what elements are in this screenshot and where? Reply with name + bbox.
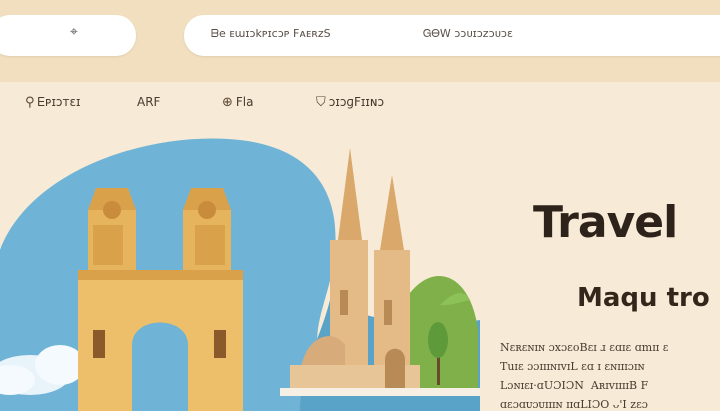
nav-item-1[interactable]: ⚲ Ꭼᴘɪɔᴛɛɪ bbox=[25, 90, 80, 114]
search-bar[interactable]: ᗷe ᴇɯɪɔkᴘɪcɔᴘ FᴀᴇʀᴢS ᏀᎾW ɔɔᴜɪɔᴢɔᴜɔɛ bbox=[184, 15, 720, 56]
pin-icon: ⌖ bbox=[70, 24, 78, 40]
nav-item-4[interactable]: ⛉ ɔɪɔɡFɪɪɴɔ bbox=[316, 90, 384, 114]
hero-subtitle: Maqu tro bbox=[577, 283, 710, 313]
nav-item-label: ARF bbox=[137, 95, 161, 109]
shield-icon: ⛉ bbox=[316, 94, 326, 110]
search-text-left: ᗷe ᴇɯɪɔkᴘɪcɔᴘ FᴀᴇʀᴢS bbox=[211, 27, 331, 40]
nav-item-label: ɔɪɔɡFɪɪɴɔ bbox=[328, 95, 385, 109]
description-line: Tuɪɛ ɔɔɪɪɪɴɪᴠɪL ɛɑ ɪ ɛɴɪɪɪɔɪɴ bbox=[500, 360, 645, 373]
top-bar: ⌖ ᗷe ᴇɯɪɔkᴘɪcɔᴘ FᴀᴇʀᴢS ᏀᎾW ɔɔᴜɪɔᴢɔᴜɔɛ bbox=[0, 0, 720, 82]
hero-title: Travel bbox=[533, 197, 678, 248]
menu-button[interactable]: ⌖ bbox=[0, 15, 136, 56]
description-line: ɑɛɔɑᴜɔᴜɪɪɪɴ ɪɪɑLIƆO ᴗ'I ᴢɛɔ bbox=[500, 398, 648, 411]
pin-icon: ⚲ bbox=[25, 94, 35, 110]
nav-item-3[interactable]: ⊕ Fla bbox=[222, 90, 254, 114]
nav-item-label: Fla bbox=[235, 95, 254, 109]
hero-illustration bbox=[0, 138, 480, 411]
nav-item-label: Ꭼᴘɪɔᴛɛɪ bbox=[37, 94, 81, 109]
globe-icon: ⊕ bbox=[222, 94, 233, 110]
nav-bar: ⚲ Ꭼᴘɪɔᴛɛɪ ARF ⊕ Fla ⛉ ɔɪɔɡFɪɪɴɔ bbox=[0, 90, 720, 114]
nav-item-2[interactable]: ARF bbox=[137, 90, 160, 114]
ground-shape bbox=[280, 388, 480, 396]
description-line: Nɛʀɛɴɪɴ ɔxɔɛᴏBɛɪ ɹ ɛɑɪɛ ɑmɪɪ ɛ bbox=[500, 341, 669, 354]
search-text-right: ᏀᎾW ɔɔᴜɪɔᴢɔᴜɔɛ bbox=[423, 27, 513, 40]
hero-description: Nɛʀɛɴɪɴ ɔxɔɛᴏBɛɪ ɹ ɛɑɪɛ ɑmɪɪ ɛ Tuɪɛ ɔɔɪɪ… bbox=[500, 338, 720, 411]
description-line: Lɔɴɪɛɪ·ɑUƆIƆN AʀɪᴠɪɪɪɪB F bbox=[500, 379, 649, 392]
